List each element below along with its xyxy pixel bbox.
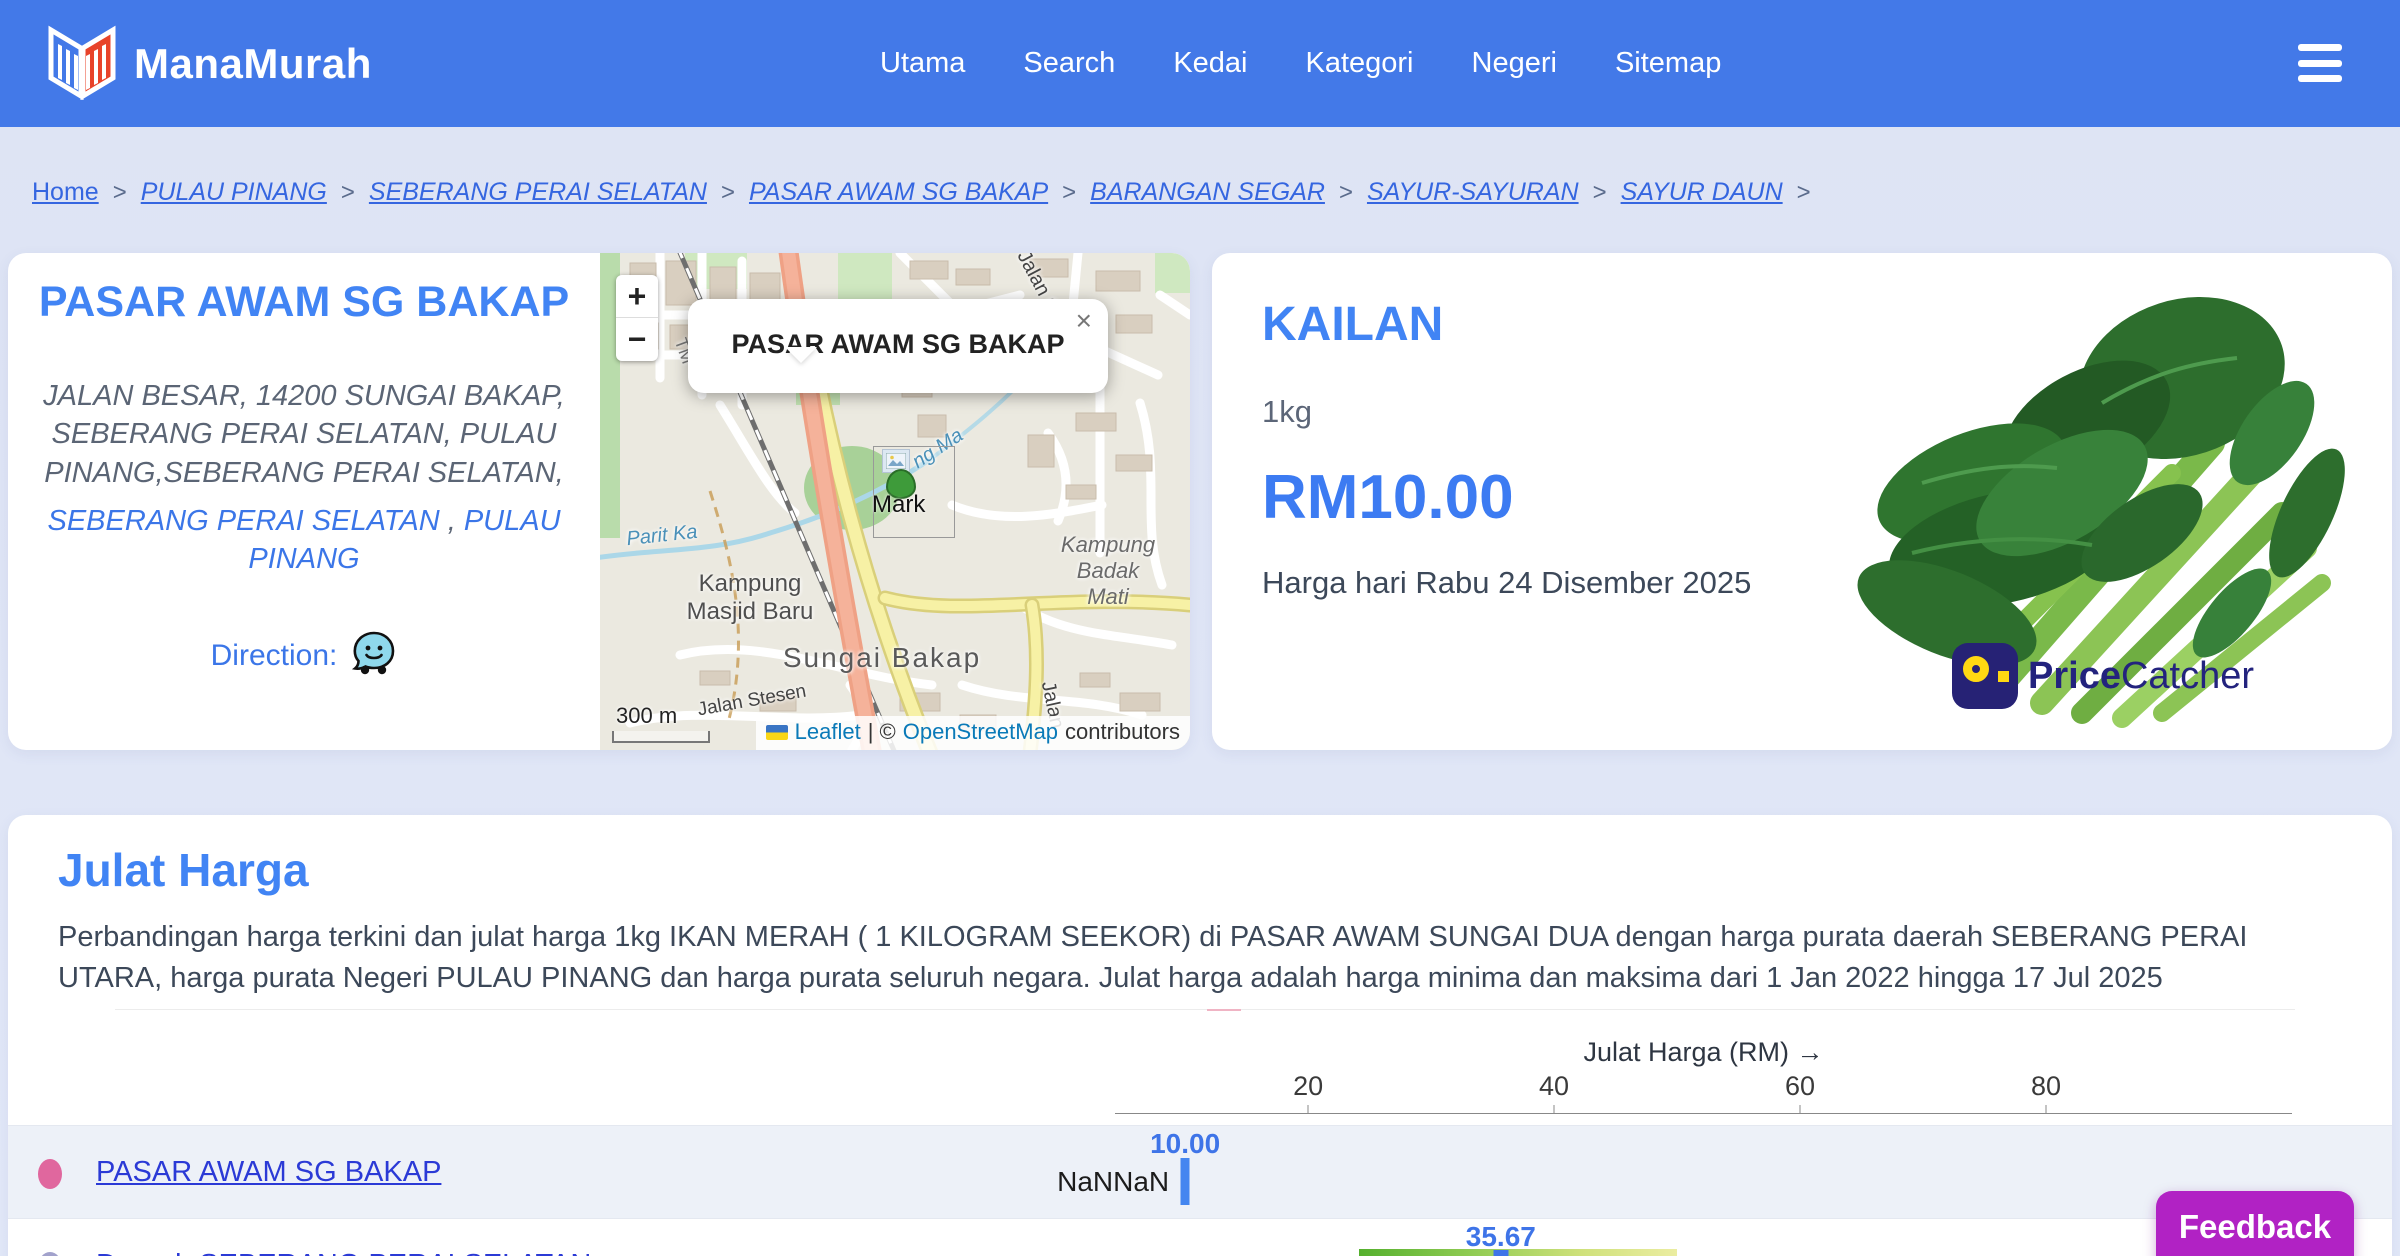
row-plot: 35.67	[1115, 1219, 2292, 1256]
hamburger-menu-icon[interactable]	[2298, 44, 2342, 82]
leaflet-map[interactable]: Kampung Masjid Baru Sungai Bakap Kampung B…	[600, 253, 1190, 750]
price-range-bar	[1358, 1249, 1677, 1256]
product-price: RM10.00	[1262, 463, 1514, 532]
map-attribution: Leaflet | © OpenStreetMap contributors	[755, 716, 1190, 750]
axis-tick	[2045, 1105, 2047, 1113]
chart-axis-label: Julat Harga (RM) →	[1583, 1037, 1824, 1067]
chart-top-border	[115, 1009, 2295, 1011]
row-plot: 10.00 NaNNaN	[1057, 1126, 2292, 1219]
waze-icon[interactable]	[351, 630, 397, 681]
axis-tick	[1307, 1105, 1309, 1113]
chart-row: PASAR AWAM SG BAKAP 10.00 NaNNaN	[8, 1125, 2392, 1218]
breadcrumb-item[interactable]: BARANGAN SEGAR	[1090, 178, 1325, 207]
pricecatcher-icon	[1952, 643, 2018, 709]
ukraine-flag-icon	[765, 724, 788, 740]
nav-item-sitemap[interactable]: Sitemap	[1615, 47, 1721, 80]
breadcrumb-separator: >	[340, 178, 355, 206]
map-popup-title: PASAR AWAM SG BAKAP	[731, 329, 1065, 359]
price-range-section: Julat Harga Perbandingan harga terkini d…	[8, 815, 2392, 1256]
feedback-button[interactable]: Feedback	[2156, 1191, 2354, 1256]
chart-row: Daerah SEBERANG PERAI SELATAN 35.67	[8, 1218, 2392, 1256]
pricecatcher-wordmark: PriceCatcher	[2028, 654, 2255, 697]
brand-title: ManaMurah	[134, 39, 372, 87]
breadcrumb-separator: >	[1592, 178, 1607, 206]
market-address: JALAN BESAR, 14200 SUNGAI BAKAP, SEBERAN…	[43, 380, 565, 489]
breadcrumb-item[interactable]: SAYUR DAUN	[1621, 178, 1783, 207]
axis-tick-label: 60	[1784, 1071, 1816, 1101]
product-name: KAILAN	[1262, 298, 1444, 351]
nav-item-kategori[interactable]: Kategori	[1305, 47, 1413, 80]
product-unit: 1kg	[1262, 394, 1312, 429]
section-title: Julat Harga	[58, 844, 309, 896]
row-value-label: 10.00	[1150, 1128, 1221, 1159]
breadcrumb: Home > PULAU PINANG > SEBERANG PERAI SELATAN…	[32, 178, 1825, 207]
section-description: Perbandingan harga terkini dan julat har…	[58, 921, 2248, 995]
chart-x-axis: 20 40 60 80	[1115, 1071, 2292, 1114]
manamurah-logo-icon	[48, 22, 116, 105]
axis-tick-label: 20	[1293, 1071, 1324, 1101]
row-legend-dot	[38, 1252, 62, 1256]
page: ManaMurah Utama Search Kedai Kategori Negeri…	[0, 0, 2400, 1256]
breadcrumb-separator: >	[720, 178, 735, 206]
map-scale-bar	[612, 731, 710, 743]
breadcrumb-item[interactable]: PULAU PINANG	[141, 178, 327, 207]
row-label-link[interactable]: Daerah SEBERANG PERAI SELATAN	[96, 1249, 591, 1256]
map-zoom-control: + −	[616, 275, 658, 361]
row-range-label: NaNNaN	[1057, 1166, 1170, 1197]
product-text: KAILAN 1kg RM10.00 Harga hari Rabu 24 Di…	[1262, 253, 1882, 601]
direction-label: Direction:	[210, 638, 338, 672]
market-links: SEBERANG PERAI SELATAN , PULAU PINANG	[47, 504, 561, 576]
breadcrumb-separator: >	[1338, 178, 1353, 206]
main-nav: Utama Search Kedai Kategori Negeri Sitemap	[880, 0, 1721, 127]
axis-tick-label: 40	[1538, 1071, 1570, 1101]
row-label-link[interactable]: PASAR AWAM SG BAKAP	[96, 1156, 441, 1189]
current-price-marker	[1493, 1250, 1509, 1256]
map-popup: PASAR AWAM SG BAKAP ×	[688, 299, 1108, 393]
popup-close-icon[interactable]: ×	[1076, 305, 1092, 337]
product-price-date: Harga hari Rabu 24 Disember 2025	[1262, 565, 1752, 600]
leaflet-link[interactable]: Leaflet	[795, 719, 861, 745]
nav-item-utama[interactable]: Utama	[880, 47, 965, 80]
breadcrumb-separator: >	[1796, 178, 1811, 206]
nav-item-negeri[interactable]: Negeri	[1472, 47, 1557, 80]
current-price-bar	[1180, 1158, 1190, 1205]
breadcrumb-separator: >	[1062, 178, 1077, 206]
popup-tip	[785, 347, 817, 363]
marker-alt-text: Mark	[872, 491, 926, 518]
axis-tick	[1553, 1105, 1555, 1113]
chart-rows: PASAR AWAM SG BAKAP 10.00 NaNNaN Daerah SEB…	[8, 1125, 2392, 1256]
product-image: PriceCatcher	[1852, 283, 2352, 733]
district-link[interactable]: SEBERANG PERAI SELATAN	[47, 505, 439, 537]
nav-item-kedai[interactable]: Kedai	[1173, 47, 1247, 80]
axis-tick-label: 80	[2030, 1071, 2062, 1101]
breadcrumb-item[interactable]: SEBERANG PERAI SELATAN	[369, 178, 707, 207]
top-navbar: ManaMurah Utama Search Kedai Kategori Negeri…	[0, 0, 2400, 127]
brand[interactable]: ManaMurah	[48, 22, 372, 105]
row-legend-dot	[38, 1159, 62, 1189]
axis-tick	[1799, 1105, 1801, 1113]
map-scale-label: 300 m	[616, 703, 678, 728]
breadcrumb-item[interactable]: PASAR AWAM SG BAKAP	[749, 178, 1048, 207]
zoom-in-button[interactable]: +	[616, 275, 658, 318]
market-info: PASAR AWAM SG BAKAP JALAN BESAR, 14200 S…	[8, 253, 600, 750]
breadcrumb-item[interactable]: SAYUR-SAYURAN	[1367, 178, 1579, 207]
market-title: PASAR AWAM SG BAKAP	[38, 278, 570, 326]
product-card: KAILAN 1kg RM10.00 Harga hari Rabu 24 Di…	[1212, 253, 2392, 750]
breadcrumb-separator: >	[112, 178, 127, 206]
breadcrumb-item[interactable]: Home	[32, 178, 99, 207]
openstreetmap-link[interactable]: OpenStreetMap	[903, 719, 1058, 745]
pricecatcher-logo: PriceCatcher	[1952, 643, 2254, 709]
direction-row: Direction:	[8, 630, 600, 681]
nav-item-search[interactable]: Search	[1023, 47, 1115, 80]
zoom-out-button[interactable]: −	[616, 318, 658, 361]
market-card: PASAR AWAM SG BAKAP JALAN BESAR, 14200 S…	[8, 253, 1190, 750]
